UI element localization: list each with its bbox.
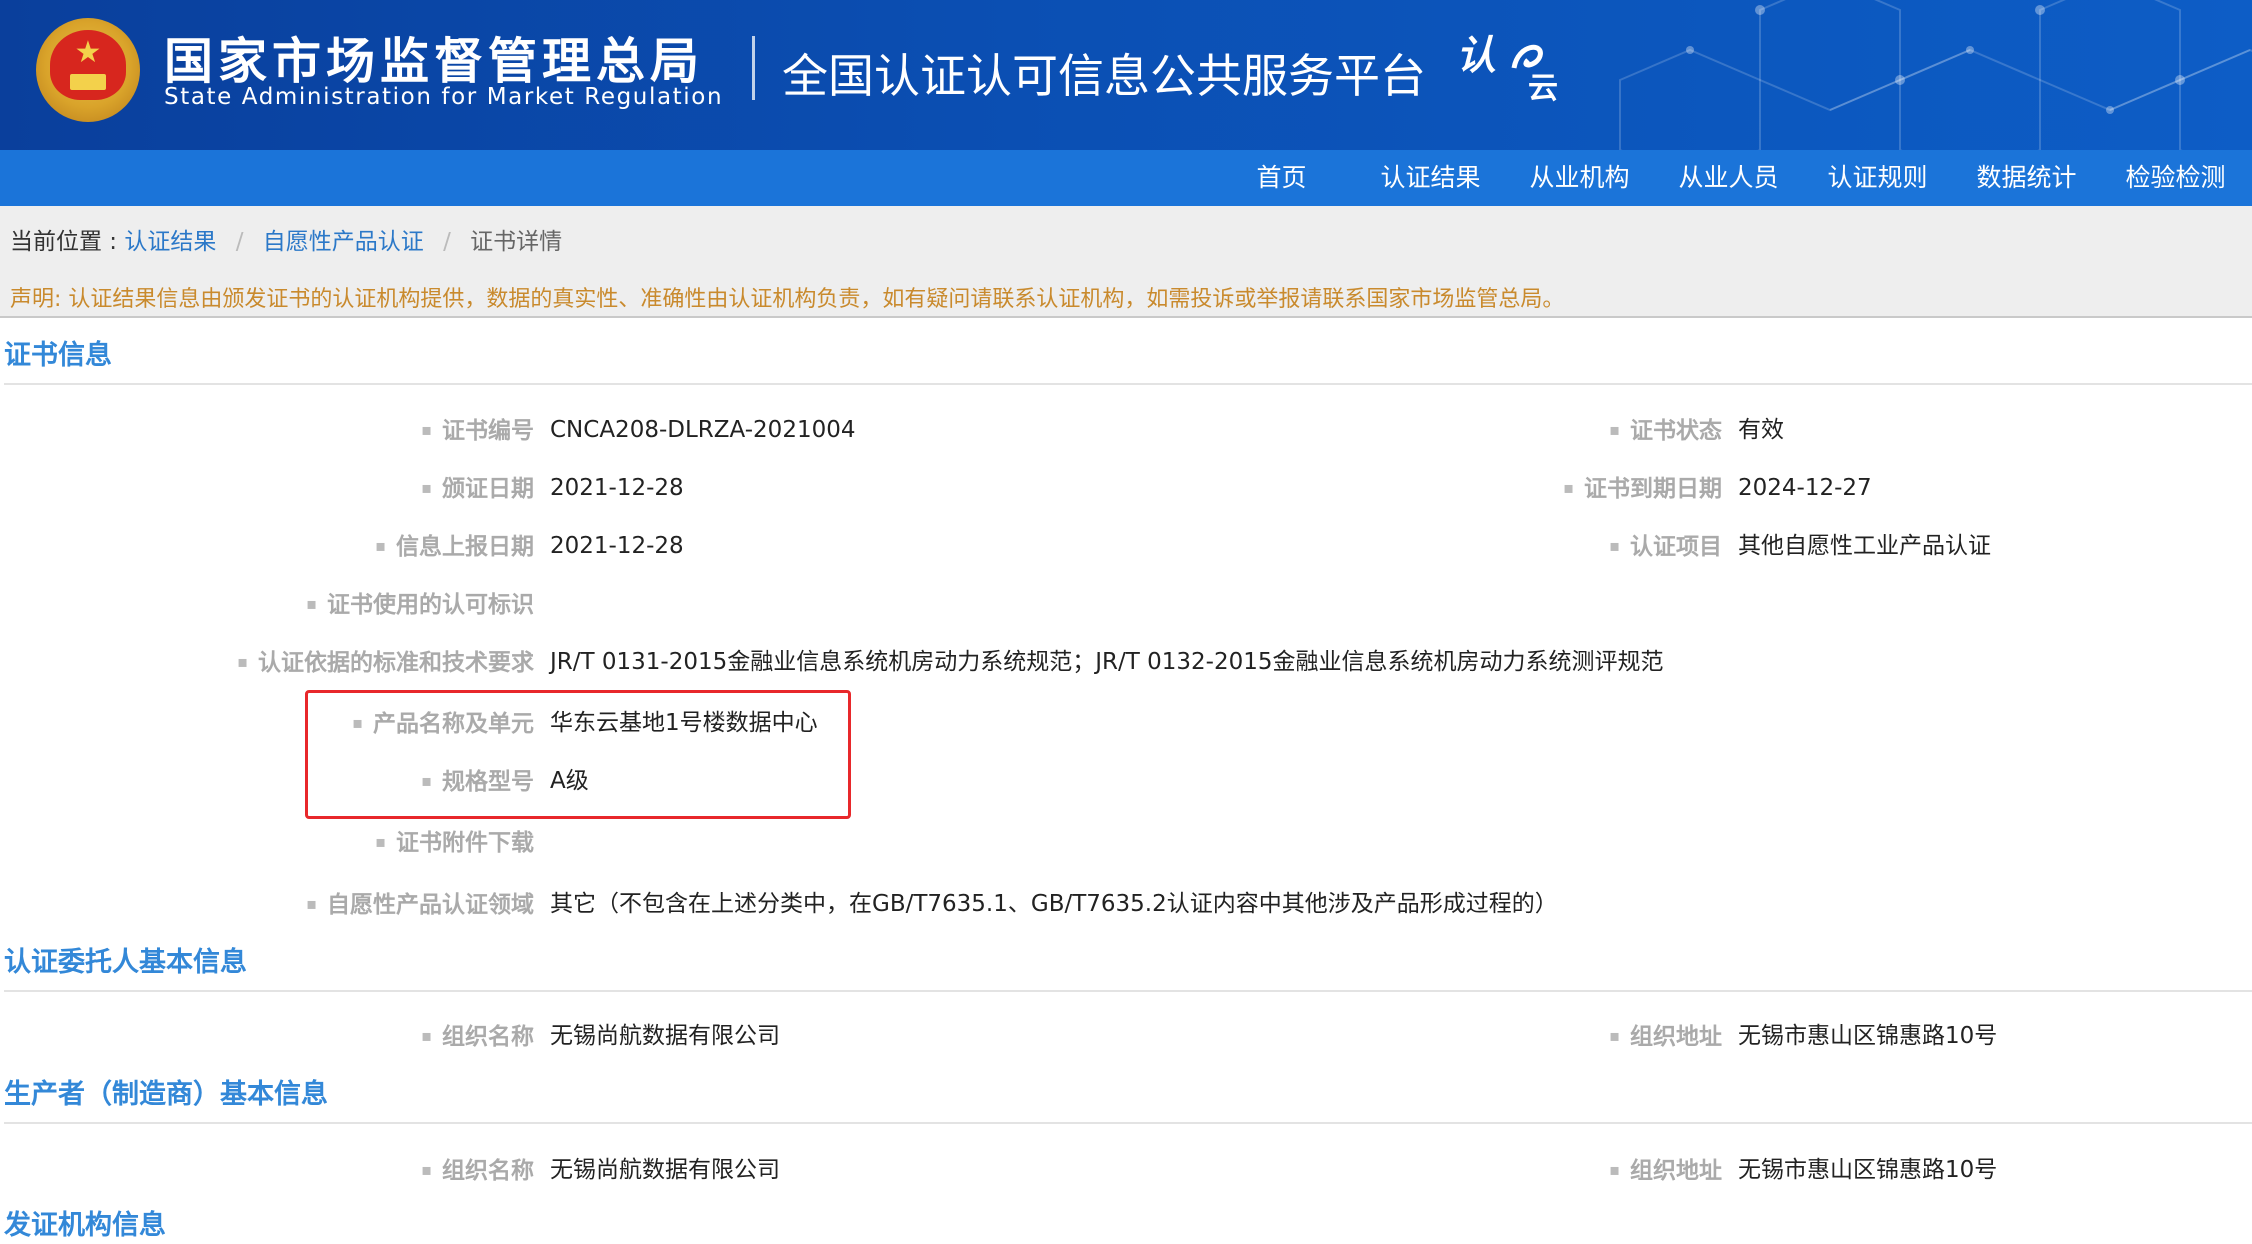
value-cert-status: 有效 [1738, 417, 1784, 443]
value-expire-date: 2024-12-27 [1738, 475, 1872, 501]
breadcrumb-bar: 当前位置 : 认证结果 / 自愿性产品认证 / 证书详情 声明: 认证结果信息由… [0, 206, 2252, 318]
label-manufacturer-org-address: 组织地址 [1609, 1155, 1722, 1186]
platform-logo-sub: 云 [1528, 71, 1558, 106]
value-manufacturer-org-address: 无锡市惠山区锦惠路10号 [1738, 1157, 1998, 1183]
value-standards: JR/T 0131-2015金融业信息系统机房动力系统规范；JR/T 0132-… [550, 649, 1664, 675]
breadcrumb: 当前位置 : 认证结果 / 自愿性产品认证 / 证书详情 [10, 222, 562, 262]
label-attachment-download: 证书附件下载 [375, 827, 534, 858]
value-cert-domain: 其它（不包含在上述分类中，在GB/T7635.1、GB/T7635.2认证内容中… [550, 891, 1558, 917]
section-title-client: 认证委托人基本信息 [4, 947, 247, 978]
nav-items: 首页 认证结果 从业机构 从业人员 认证规则 数据统计 检验检测 [1207, 150, 2250, 206]
nav-item-cert-results[interactable]: 认证结果 [1356, 150, 1505, 206]
value-client-org-address: 无锡市惠山区锦惠路10号 [1738, 1023, 1998, 1049]
section-divider [4, 1122, 2252, 1124]
label-cert-no: 证书编号 [421, 415, 534, 446]
label-client-org-address: 组织地址 [1609, 1021, 1722, 1052]
header-banner: ★ 国家市场监督管理总局 State Administration for Ma… [0, 0, 2252, 150]
label-cert-status: 证书状态 [1609, 415, 1722, 446]
label-report-date: 信息上报日期 [375, 531, 534, 562]
nav-item-institutions[interactable]: 从业机构 [1505, 150, 1654, 206]
label-manufacturer-org-name: 组织名称 [421, 1155, 534, 1186]
label-accreditation-mark: 证书使用的认可标识 [306, 589, 534, 620]
breadcrumb-item-cert-detail: 证书详情 [470, 229, 563, 255]
section-divider [4, 383, 2252, 385]
nav-item-home[interactable]: 首页 [1207, 150, 1356, 206]
main-nav-bar: 首页 认证结果 从业机构 从业人员 认证规则 数据统计 检验检测 [0, 150, 2252, 206]
platform-logo-text: 认 [1456, 33, 1496, 79]
nav-item-inspection[interactable]: 检验检测 [2101, 150, 2250, 206]
label-expire-date: 证书到期日期 [1563, 473, 1722, 504]
breadcrumb-item-cert-results[interactable]: 认证结果 [124, 229, 216, 255]
agency-name-cn: 国家市场监督管理总局 [164, 33, 705, 90]
nav-item-statistics[interactable]: 数据统计 [1952, 150, 2101, 206]
section-title-manufacturer: 生产者（制造商）基本信息 [4, 1079, 328, 1110]
value-report-date: 2021-12-28 [550, 533, 684, 559]
value-manufacturer-org-name: 无锡尚航数据有限公司 [550, 1157, 780, 1183]
breadcrumb-prefix: 当前位置 : [10, 229, 118, 255]
nav-item-cert-rules[interactable]: 认证规则 [1803, 150, 1952, 206]
label-client-org-name: 组织名称 [421, 1021, 534, 1052]
value-client-org-name: 无锡尚航数据有限公司 [550, 1023, 780, 1049]
highlight-annotation-box [305, 690, 851, 819]
value-cert-no: CNCA208-DLRZA-2021004 [550, 417, 856, 443]
agency-name-en: State Administration for Market Regulati… [164, 84, 724, 110]
section-title-certificate: 证书信息 [4, 340, 112, 371]
value-issue-date: 2021-12-28 [550, 475, 684, 501]
breadcrumb-item-voluntary-product[interactable]: 自愿性产品认证 [263, 229, 424, 255]
header-divider [752, 36, 755, 100]
platform-name: 全国认证认可信息公共服务平台 [782, 49, 1426, 103]
section-divider [4, 990, 2252, 992]
breadcrumb-separator: / [443, 229, 451, 255]
label-cert-domain: 自愿性产品认证领域 [306, 889, 534, 920]
label-cert-item: 认证项目 [1609, 531, 1722, 562]
section-title-issuer: 发证机构信息 [4, 1210, 166, 1241]
nav-item-personnel[interactable]: 从业人员 [1654, 150, 1803, 206]
national-emblem-icon: ★ [36, 18, 140, 122]
disclaimer-notice: 声明: 认证结果信息由颁发证书的认证机构提供，数据的真实性、准确性由认证机构负责… [10, 287, 1565, 312]
label-standards: 认证依据的标准和技术要求 [237, 647, 534, 678]
label-issue-date: 颁证日期 [421, 473, 534, 504]
value-cert-item: 其他自愿性工业产品认证 [1738, 533, 1991, 559]
breadcrumb-separator: / [235, 229, 244, 255]
